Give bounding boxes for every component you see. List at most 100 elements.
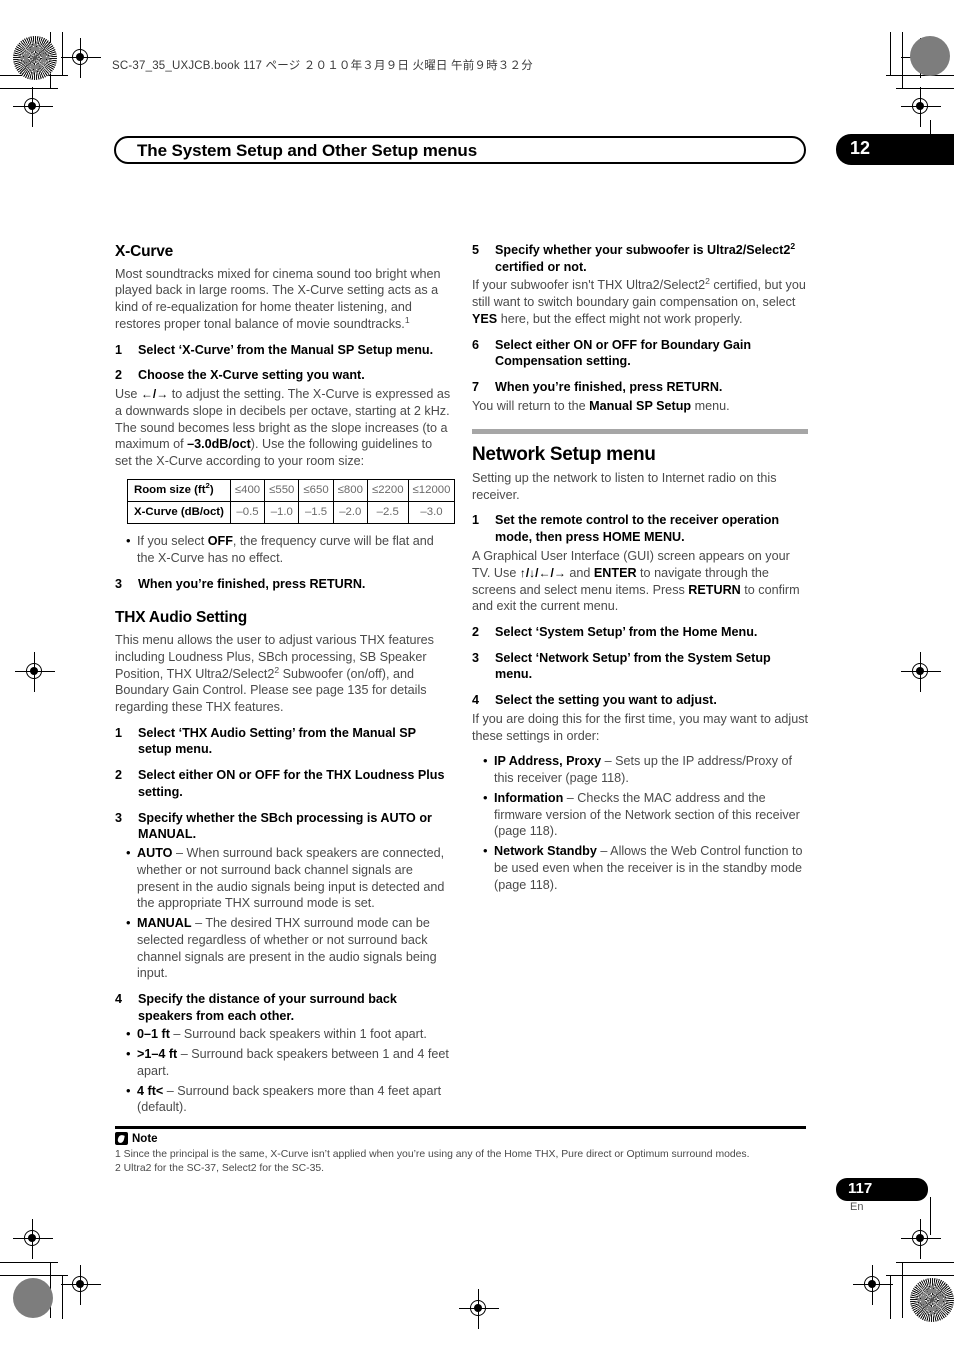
table-row: Room size (ft2) ≤400 ≤550 ≤650 ≤800 ≤220… [127,478,456,503]
table-cell: –1.0 [264,501,300,525]
chapter-number: 12 [850,138,871,158]
crop-line [886,1275,954,1277]
list-item: IP Address, Proxy – Sets up the IP addre… [472,752,808,786]
step-text: When you’re finished, press RETURN. [495,380,723,395]
step-number: 2 [115,768,123,783]
step-number: 5 [472,243,480,257]
step-network-4: 4 Select the setting you want to adjust. [472,692,808,709]
crop-line [890,32,892,76]
step-number: 7 [472,380,480,395]
footnote-2: 2 Ultra2 for the SC-37, Select2 for the … [115,1163,325,1175]
setting-term-network-standby: Network Standby [494,844,597,859]
step-text: Select ‘System Setup’ from the Home Menu… [495,624,758,639]
crop-line [896,1262,954,1264]
footnote-1: 1 Since the principal is the same, X-Cur… [115,1149,750,1160]
registration-mark [15,652,55,692]
crop-line [890,1275,892,1319]
x-curve-off-note-list: If you select OFF, the frequency curve w… [115,532,451,566]
step-text: Choose the X-Curve setting you want. [138,368,365,383]
note-icon [115,1132,128,1145]
registration-mark [901,652,941,692]
density-star-target [910,1278,954,1322]
option-desc: – Surround back speakers between 1 and 4… [137,1047,449,1078]
return-button-label: RETURN [688,582,741,597]
list-item: >1–4 ft – Surround back speakers between… [115,1045,451,1079]
step-text: Select either ON or OFF for the THX Loud… [138,768,445,799]
footnote-ref-2: 2 [790,240,796,251]
step-number: 4 [115,991,123,1006]
step-thx-7: 7 When you’re finished, press RETURN. [472,379,808,396]
step-text: Specify whether the SBch processing is A… [138,810,432,842]
step-thx-2: 2 Select either ON or OFF for the THX Lo… [115,767,451,800]
step-x-curve-3: 3 When you’re finished, press RETURN. [115,576,451,593]
section-divider-rule [472,428,808,434]
page-title: The System Setup and Other Setup menus [137,141,478,160]
step-number: 3 [115,810,123,825]
right-column: 5 Specify whether your subwoofer is Ultr… [472,242,808,902]
x-curve-max-value: –3.0dB/oct [187,437,251,452]
table-cell: ≤800 [332,478,368,503]
page-number: 117 [848,1180,873,1197]
step-number: 3 [472,650,480,665]
table-row-header-room-size: Room size (ft2) [127,478,231,503]
registration-mark [13,87,53,127]
step-text: When you’re finished, press RETURN. [138,576,366,591]
table-cell: ≤650 [298,478,334,503]
section-heading-thx-audio-setting: THX Audio Setting [115,609,248,627]
notes-label: Note [132,1132,158,1145]
option-term: MANUAL [137,916,192,931]
density-target [13,1278,53,1318]
setting-term-information: Information [494,790,564,805]
step-thx-5-body: If your subwoofer isn't THX Ultra2/Selec… [472,276,806,326]
dpad-arrows-icon: ↑/↓/←/→ [519,565,566,580]
table-row: X-Curve (dB/oct) –0.5 –1.0 –1.5 –2.0 –2.… [127,501,456,525]
page-number-badge: 117 [836,1178,928,1201]
step-text: Specify whether your subwoofer is Ultra2… [495,240,796,274]
registration-mark [61,1265,101,1305]
table-cell: –2.0 [332,501,368,525]
step-number: 2 [115,368,123,383]
step-x-curve-1: 1 Select ‘X-Curve’ from the Manual SP Se… [115,342,451,359]
step-network-3: 3 Select ‘Network Setup’ from the System… [472,650,808,683]
step-text: Set the remote control to the receiver o… [495,513,780,545]
option-term: 4 ft< [137,1083,164,1098]
table-cell: –2.5 [366,501,409,525]
table-cell: –1.5 [298,501,334,525]
step-thx-7-body: You will return to the Manual SP Setup m… [472,398,730,413]
step-text: Select ‘X-Curve’ from the Manual SP Setu… [138,342,434,357]
left-right-arrow-icon: ←/→ [140,387,169,402]
step-number: 4 [472,693,480,708]
notes-body: 1 Since the principal is the same, X-Cur… [115,1148,815,1177]
step-text: Specify the distance of your surround ba… [138,991,397,1023]
section-heading-x-curve: X-Curve [115,243,174,260]
option-term: 0–1 ft [137,1027,170,1042]
step-number: 2 [472,624,480,639]
table-cell: ≤550 [264,478,300,503]
notes-header: Note [115,1132,158,1145]
step-thx-6: 6 Select either ON or OFF for Boundary G… [472,337,808,370]
network-intro: Setting up the network to listen to Inte… [472,470,777,502]
table-cell: ≤12000 [407,478,456,503]
step-x-curve-2-body: Use ←/→ to adjust the setting. The X-Cur… [115,386,451,470]
option-term: >1–4 ft [137,1047,178,1062]
x-curve-table: Room size (ft2) ≤400 ≤550 ≤650 ≤800 ≤220… [127,478,456,525]
x-curve-intro-text: Most soundtracks mixed for cinema sound … [115,266,441,331]
option-term: AUTO [137,846,173,861]
crop-line [902,1262,904,1318]
list-item: AUTO – When surround back speakers are c… [115,844,451,912]
step-network-1: 1 Set the remote control to the receiver… [472,512,808,545]
list-item: MANUAL – The desired THX surround mode c… [115,914,451,982]
option-desc: – When surround back speakers are connec… [137,846,445,911]
registration-mark [853,1265,893,1305]
surround-back-distance-list: 0–1 ft – Surround back speakers within 1… [115,1025,451,1116]
setting-term-ip-address-proxy: IP Address, Proxy [494,754,602,769]
step-thx-3: 3 Specify whether the SBch processing is… [115,810,451,843]
footnote-ref-1: 1 [404,314,410,325]
step-network-2: 2 Select ‘System Setup’ from the Home Me… [472,624,808,641]
print-file-header: SC-37_35_UXJCB.book 117 ページ ２０１０年３月９日 火曜… [112,60,533,72]
enter-button-label: ENTER [593,565,637,580]
step-number: 6 [472,337,480,352]
body-part: Use [115,387,141,402]
registration-mark [13,1219,53,1259]
registration-mark [901,1219,941,1259]
